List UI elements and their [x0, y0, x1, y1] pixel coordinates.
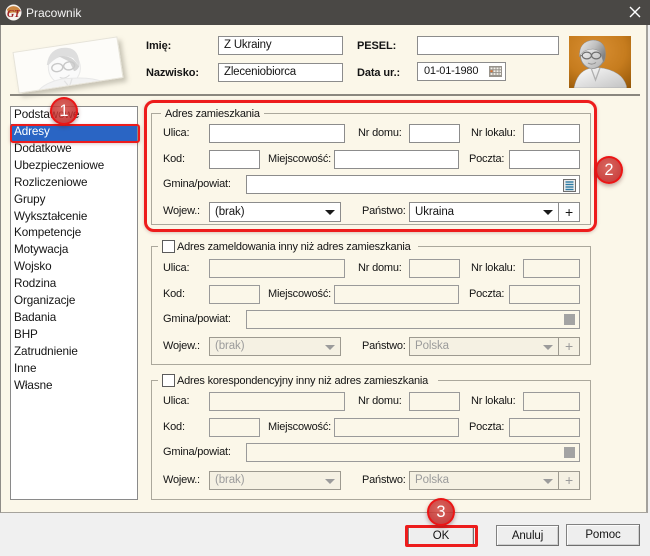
svg-text:GT: GT: [7, 9, 21, 20]
